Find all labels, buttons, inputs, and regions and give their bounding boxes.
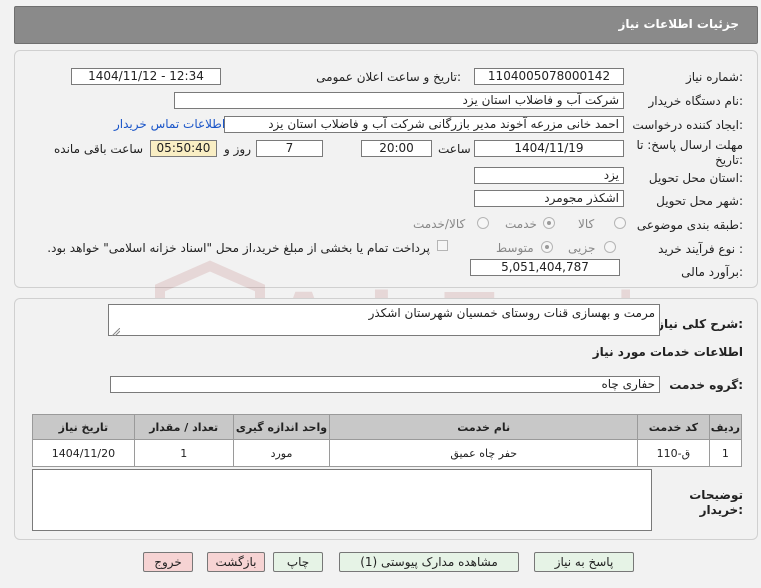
days-field[interactable]: 7	[256, 140, 323, 157]
deadline-label: مهلت ارسال پاسخ: تا	[636, 138, 743, 152]
process-radio-minor[interactable]	[604, 241, 616, 253]
reply-button[interactable]: پاسخ به نیاز	[534, 552, 634, 572]
city-label: شهر محل تحویل:	[656, 194, 743, 208]
category-option-service: خدمت	[505, 217, 537, 231]
cell-qty: 1	[133, 439, 234, 467]
process-option-medium: متوسط	[496, 241, 534, 255]
services-title: اطلاعات خدمات مورد نیاز	[592, 345, 743, 359]
category-option-goods: کالا	[578, 217, 595, 231]
category-radio-goods[interactable]	[614, 217, 626, 229]
city-field[interactable]: اشکذر مجومرد	[474, 190, 624, 207]
services-table: ردیف کد خدمت نام خدمت واحد اندازه گیری ت…	[32, 414, 743, 467]
cell-date: 1404/11/20	[32, 439, 135, 467]
need-number-field[interactable]: 1104005078000142	[474, 68, 624, 85]
service-group-field[interactable]: حفاری چاه	[110, 376, 660, 393]
col-unit-header: واحد اندازه گیری	[232, 414, 331, 440]
creator-field[interactable]: احمد خانی مزرعه آخوند مدیر بازرگانی شرکت…	[224, 116, 624, 133]
back-button[interactable]: بازگشت	[207, 552, 265, 572]
resize-grip-icon[interactable]	[111, 325, 121, 337]
table-row: 1 ق-110 حفر چاه عمیق مورد 1 1404/11/20	[32, 439, 743, 467]
treasury-note: پرداخت تمام یا بخشی از مبلغ خرید،از محل …	[47, 241, 430, 255]
buyer-notes-label: توضیحات	[689, 488, 743, 502]
summary-text: مرمت و بهسازی قنات روستای خمسیان شهرستان…	[368, 306, 655, 320]
summary-field[interactable]: مرمت و بهسازی قنات روستای خمسیان شهرستان…	[108, 304, 660, 336]
col-name-header: نام خدمت	[329, 414, 638, 440]
buyer-notes-label-2: خریدار:	[699, 503, 743, 517]
page-title: جزئیات اطلاعات نیاز	[618, 17, 739, 31]
process-label: نوع فرآیند خرید :	[658, 242, 743, 256]
deadline-label-2: تاریخ:	[715, 153, 743, 167]
col-code-header: کد خدمت	[637, 414, 710, 440]
cell-name: حفر چاه عمیق	[329, 439, 638, 467]
treasury-checkbox[interactable]	[437, 240, 448, 251]
service-group-label: گروه خدمت:	[669, 378, 743, 392]
buyer-org-label: نام دستگاه خریدار:	[648, 94, 744, 108]
cell-row: 1	[708, 439, 743, 467]
province-field[interactable]: یزد	[474, 167, 624, 184]
exit-button[interactable]: خروج	[143, 552, 193, 572]
estimate-label: برآورد مالی:	[681, 265, 743, 279]
category-radio-goods-service[interactable]	[477, 217, 489, 229]
creator-label: ایجاد کننده درخواست:	[632, 118, 743, 132]
province-label: استان محل تحویل:	[648, 171, 743, 185]
process-radio-medium[interactable]	[541, 241, 553, 253]
category-option-goods-service: کالا/خدمت	[413, 217, 466, 231]
deadline-date-field[interactable]: 1404/11/19	[474, 140, 624, 157]
buyer-notes-field[interactable]	[32, 469, 652, 531]
deadline-time-field[interactable]: 20:00	[361, 140, 432, 157]
days-label: روز و	[224, 142, 251, 156]
announce-date-field[interactable]: 1404/11/12 - 12:34	[71, 68, 221, 85]
summary-label: شرح کلی نیاز:	[657, 317, 743, 331]
need-number-label: شماره نیاز:	[685, 70, 743, 84]
col-date-header: تاریخ نیاز	[32, 414, 135, 440]
page-header: جزئیات اطلاعات نیاز	[14, 6, 758, 44]
buyer-org-field[interactable]: شرکت آب و فاضلاب استان یزد	[174, 92, 624, 109]
remaining-time-field: 05:50:40	[150, 140, 217, 157]
announce-date-label: تاریخ و ساعت اعلان عمومی:	[316, 70, 461, 84]
process-option-minor: جزیی	[568, 241, 596, 255]
contact-info-link[interactable]: اطلاعات تماس خریدار	[114, 117, 225, 131]
print-button[interactable]: چاپ	[273, 552, 323, 572]
category-label: طبقه بندی موضوعی:	[636, 218, 743, 232]
attachments-button[interactable]: مشاهده مدارک پیوستی (1)	[339, 552, 519, 572]
cell-unit: مورد	[232, 439, 331, 467]
col-row-header: ردیف	[708, 414, 743, 440]
table-header-row: ردیف کد خدمت نام خدمت واحد اندازه گیری ت…	[32, 414, 743, 440]
category-radio-service[interactable]	[543, 217, 555, 229]
cell-code: ق-110	[637, 439, 710, 467]
remaining-label: ساعت باقی مانده	[54, 142, 144, 156]
col-qty-header: تعداد / مقدار	[133, 414, 234, 440]
deadline-time-label: ساعت	[438, 142, 471, 156]
